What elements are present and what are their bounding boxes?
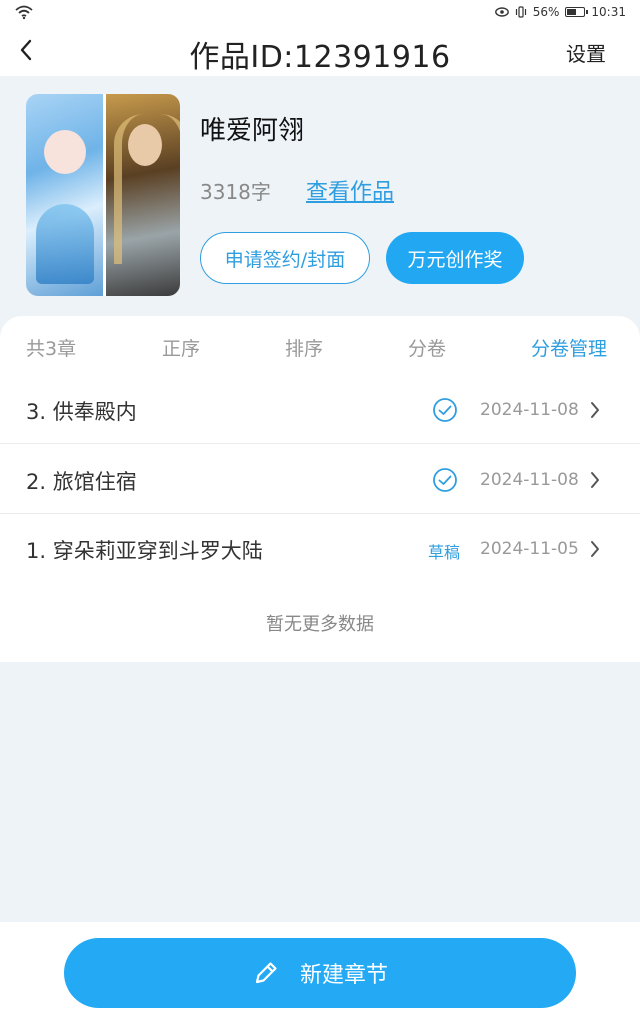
work-header: 唯爱阿翎 3318字 查看作品 申请签约/封面 万元创作奖	[0, 76, 640, 316]
chapter-row[interactable]: 2. 旅馆住宿 2024-11-08	[0, 446, 640, 514]
check-circle-icon	[433, 468, 457, 492]
pencil-icon	[255, 962, 277, 984]
chapter-date: 2024-11-08	[480, 470, 579, 490]
chapter-row[interactable]: 1. 穿朵莉亚穿到斗罗大陆 草稿 2024-11-05	[0, 515, 640, 583]
chapter-title: 1. 穿朵莉亚穿到斗罗大陆	[26, 539, 263, 563]
wifi-icon	[15, 5, 33, 20]
chapter-title: 3. 供奉殿内	[26, 400, 137, 424]
view-work-link[interactable]: 查看作品	[306, 174, 394, 206]
tab-volume[interactable]: 分卷	[408, 334, 446, 361]
chapter-row[interactable]: 3. 供奉殿内 2024-11-08	[0, 376, 640, 444]
chevron-right-icon	[591, 402, 599, 418]
chevron-right-icon	[591, 472, 599, 488]
work-cover-image[interactable]	[26, 94, 180, 296]
tab-ascending[interactable]: 正序	[162, 334, 200, 361]
nav-bar: 作品ID:12391916 设置	[0, 26, 640, 76]
no-more-data-text: 暂无更多数据	[266, 614, 374, 635]
tab-volume-manage[interactable]: 分卷管理	[531, 334, 607, 361]
creation-award-button[interactable]: 万元创作奖	[386, 232, 524, 284]
chapter-date: 2024-11-08	[480, 400, 579, 420]
check-circle-icon	[433, 398, 457, 422]
new-chapter-button[interactable]: 新建章节	[64, 938, 576, 1008]
chapter-toolbar: 共3章 正序 排序 分卷 分卷管理	[0, 316, 640, 376]
tab-sort[interactable]: 排序	[285, 334, 323, 361]
page-title: 作品ID:12391916	[189, 40, 451, 75]
apply-sign-cover-button[interactable]: 申请签约/封面	[200, 232, 370, 284]
draft-badge: 草稿	[428, 543, 461, 562]
eye-icon	[494, 7, 509, 17]
settings-button[interactable]: 设置	[566, 38, 606, 67]
footer-bar: 新建章节	[0, 922, 640, 1024]
vibrate-icon	[515, 6, 526, 18]
new-chapter-label: 新建章节	[299, 963, 388, 988]
chevron-right-icon	[591, 541, 599, 557]
clock: 10:31	[591, 5, 626, 19]
work-name: 唯爱阿翎	[200, 116, 305, 146]
battery-icon	[565, 7, 589, 17]
chapter-panel: 共3章 正序 排序 分卷 分卷管理 3. 供奉殿内 2024-11-08 2. …	[0, 316, 640, 662]
chapter-date: 2024-11-05	[480, 539, 579, 559]
chapter-count: 共3章	[26, 338, 77, 360]
status-bar: 56% 10:31	[0, 0, 640, 26]
battery-percent: 56%	[532, 5, 560, 19]
chapter-title: 2. 旅馆住宿	[26, 470, 137, 494]
word-count: 3318字	[200, 180, 271, 204]
